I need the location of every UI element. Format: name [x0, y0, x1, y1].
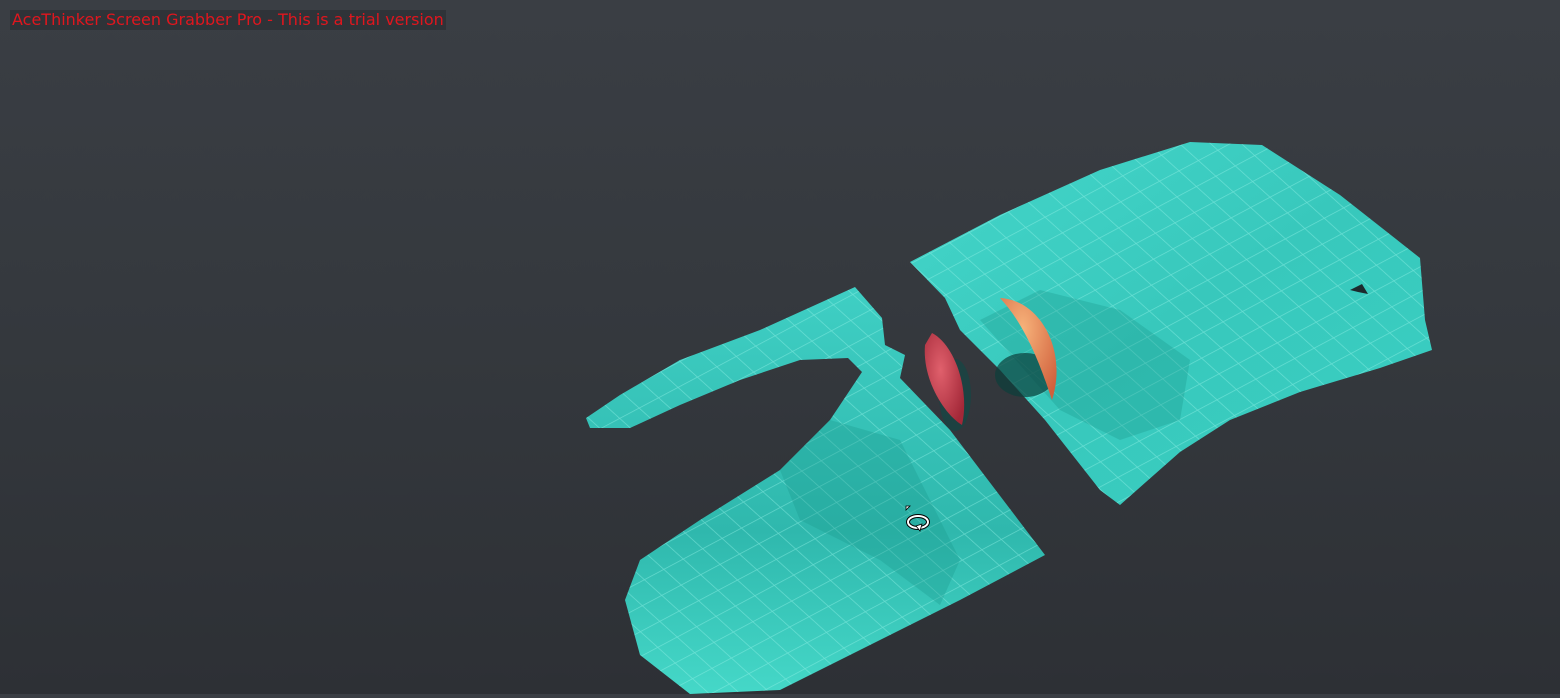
3d-viewport[interactable] [0, 0, 1560, 694]
mesh-left-piece [586, 287, 1045, 694]
trial-watermark: AceThinker Screen Grabber Pro - This is … [10, 10, 446, 30]
mesh-right-piece [910, 142, 1432, 505]
scene [586, 142, 1432, 694]
